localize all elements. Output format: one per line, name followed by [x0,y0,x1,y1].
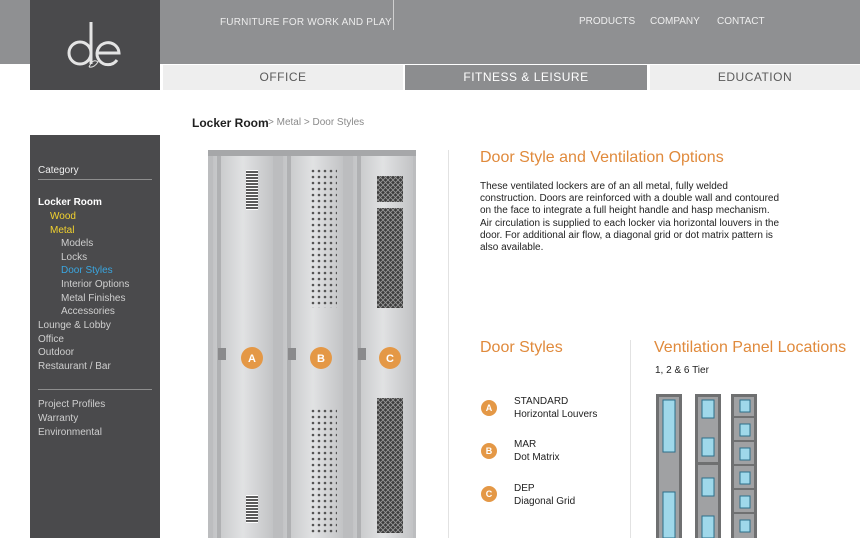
sidebar: Category Locker Room Wood Metal Models L… [30,135,160,538]
header-divider [393,0,394,30]
tab-education[interactable]: EDUCATION [650,65,860,90]
sidebar-item-accessories[interactable]: Accessories [61,306,115,317]
locker-badge-a: A [241,347,263,369]
sidebar-item-wood[interactable]: Wood [50,211,76,222]
ventilation-diagram [656,394,757,538]
style-badge-c: C [481,486,497,502]
door-styles-heading: Door Styles [480,339,563,356]
tier-label: 1, 2 & 6 Tier [655,365,709,376]
content-description: These ventilated lockers are of an all m… [480,181,780,254]
content-heading: Door Style and Ventilation Options [480,149,724,166]
sidebar-link-warranty[interactable]: Warranty [38,413,78,424]
tagline: FURNITURE FOR WORK AND PLAY [220,17,392,28]
logo-mark-icon [67,22,121,68]
sidebar-item-lounge-lobby[interactable]: Lounge & Lobby [38,320,111,331]
nav-company[interactable]: COMPANY [650,16,700,27]
tab-office[interactable]: OFFICE [163,65,403,90]
sidebar-item-interior-options[interactable]: Interior Options [61,279,129,290]
breadcrumb-trail[interactable]: > Metal > Door Styles [268,117,364,128]
sidebar-link-environmental[interactable]: Environmental [38,427,102,438]
style-name: Dot Matrix [514,452,560,463]
locker-image: A B C [208,150,416,538]
sidebar-item-metal[interactable]: Metal [50,225,74,236]
sidebar-item-locks[interactable]: Locks [61,252,87,263]
nav-contact[interactable]: CONTACT [717,16,765,27]
style-code: MAR [514,439,537,450]
style-badge-a: A [481,400,497,416]
sidebar-item-models[interactable]: Models [61,238,93,249]
locker-badge-b: B [310,347,332,369]
sidebar-item-office[interactable]: Office [38,334,64,345]
nav-products[interactable]: PRODUCTS [579,16,635,27]
sidebar-divider [38,179,152,180]
locker-badge-label: B [317,353,325,365]
breadcrumb-current[interactable]: Locker Room [192,116,269,130]
page: FURNITURE FOR WORK AND PLAY PRODUCTS COM… [0,0,860,538]
tab-fitness-leisure[interactable]: FITNESS & LEISURE [405,65,647,90]
sidebar-item-door-styles[interactable]: Door Styles [61,265,113,276]
logo[interactable] [30,0,160,90]
sidebar-item-restaurant-bar[interactable]: Restaurant / Bar [38,361,111,372]
style-name: Horizontal Louvers [514,409,598,420]
locker-badge-label: A [248,353,256,365]
ventilation-heading: Ventilation Panel Locations [654,339,847,356]
style-badge-b: B [481,443,497,459]
sidebar-item-outdoor[interactable]: Outdoor [38,347,74,358]
lockers-illustration: A B C [208,150,416,538]
sidebar-item-metal-finishes[interactable]: Metal Finishes [61,293,125,304]
style-code: STANDARD [514,396,569,407]
locker-badge-label: C [386,353,394,365]
style-name: Diagonal Grid [514,496,576,507]
sidebar-item-locker-room[interactable]: Locker Room [38,197,102,208]
sidebar-title: Category [38,165,79,176]
locker-badge-c: C [379,347,401,369]
style-code: DEP [514,483,535,494]
sidebar-link-project-profiles[interactable]: Project Profiles [38,399,105,410]
content-divider [630,340,631,538]
sidebar-divider [38,389,152,390]
content-divider [448,150,449,538]
